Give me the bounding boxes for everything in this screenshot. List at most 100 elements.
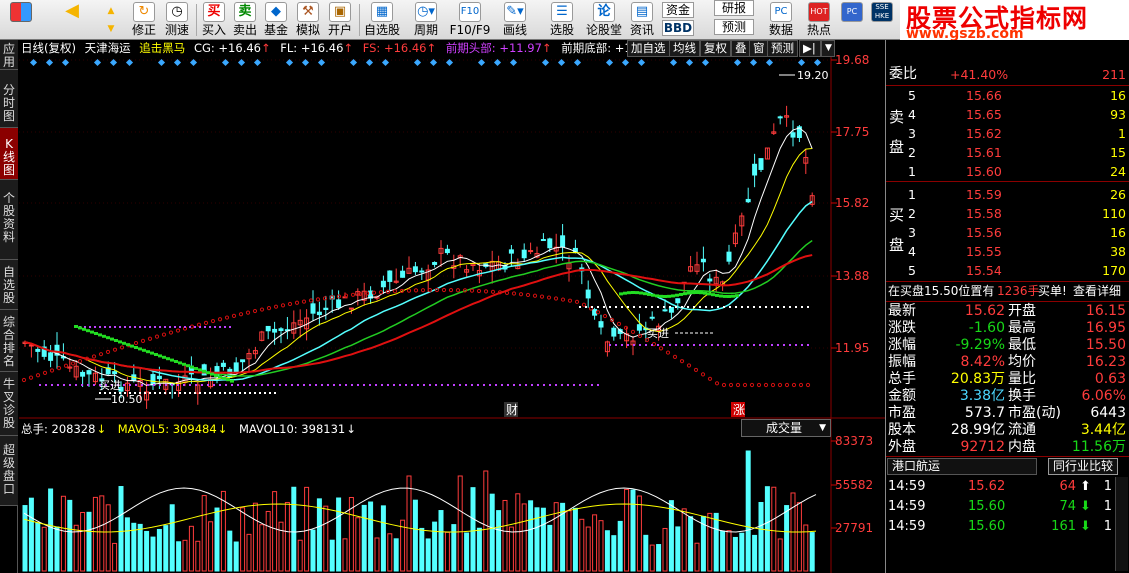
level-dot — [765, 306, 767, 308]
bid-row[interactable]: 2 15.58 110 — [886, 205, 1129, 222]
ask-row[interactable]: 1 15.60 24 — [886, 163, 1129, 180]
volume-bar — [636, 495, 642, 572]
toolbar-item-修正[interactable]: ↻ 修正 — [128, 0, 160, 40]
tick-time: 14:59 — [888, 499, 926, 514]
level-dot — [783, 344, 785, 346]
volume-bar — [668, 500, 674, 572]
ask-row[interactable]: 2 15.61 15 — [886, 144, 1129, 161]
volume-bar — [323, 505, 329, 572]
up-arrow-icon: ↑ — [541, 41, 552, 55]
level-dot — [261, 384, 263, 386]
candle-body — [585, 289, 591, 299]
bid-row[interactable]: 1 15.59 26 — [886, 186, 1129, 203]
adjust-button[interactable]: 复权 — [700, 40, 731, 57]
nav-应用[interactable]: 应用 — [0, 40, 18, 70]
candle-body — [265, 325, 271, 332]
ma-button[interactable]: 均线 — [669, 40, 700, 57]
toolbar-item-资金[interactable]: 资金 BBD — [660, 0, 696, 40]
peer-compare-tab[interactable]: 同行业比较 — [1048, 458, 1119, 475]
quote-value: 15.50 — [1085, 337, 1126, 353]
overlay-button[interactable]: 叠 — [731, 40, 751, 57]
nav-牛叉诊股[interactable]: 牛叉诊股 — [0, 372, 18, 436]
toolbar-item-研报[interactable]: 研报 预测 — [712, 0, 756, 40]
volume-bar — [233, 541, 239, 572]
level-dot — [729, 344, 731, 346]
toolbar-item-买入[interactable]: 买买入 — [199, 0, 229, 40]
ask-volume: 15 — [1110, 145, 1126, 160]
level-dot — [213, 384, 215, 386]
quote-label: 涨幅 — [888, 337, 916, 353]
volume-bar — [156, 528, 162, 572]
toolbar-item-选股[interactable]: ☰ 选股 — [545, 0, 579, 40]
nav-综合排名[interactable]: 综合排名 — [0, 310, 18, 372]
ask-row[interactable]: 5 15.66 16 — [886, 87, 1129, 104]
add-watch-button[interactable]: 加自选 — [627, 40, 670, 57]
level-dot — [194, 326, 196, 328]
ask-row[interactable]: 4 15.65 93 — [886, 106, 1129, 123]
toolbar-item-资讯[interactable]: ▤ 资讯 — [627, 0, 657, 40]
level-dot — [543, 384, 545, 386]
scrollbar[interactable] — [1115, 477, 1128, 571]
toolbar-item-模拟[interactable]: ⚒ 模拟 — [293, 0, 323, 40]
volume-bar — [784, 505, 790, 572]
order-notice[interactable]: 在买盘15.50位置有 1236手 买单! 查看详细 — [886, 283, 1129, 300]
level-dot — [204, 392, 206, 394]
volume-bar — [483, 470, 489, 572]
toolbar-item-自选股[interactable]: ▦ 自选股 — [362, 0, 402, 40]
toolbar-item-测速[interactable]: ◷ 测速 — [161, 0, 193, 40]
sector-tab[interactable]: 港口航运 — [887, 458, 1037, 475]
nav-自选股[interactable]: 自选股 — [0, 260, 18, 310]
level-dot — [201, 384, 203, 386]
toolbar-label: F10/F9 — [449, 23, 491, 37]
quote-label: 涨跌 — [888, 320, 916, 336]
volume-bar — [380, 505, 386, 572]
toolbar-item-卖出[interactable]: 卖卖出 — [230, 0, 260, 40]
candle-body — [611, 327, 617, 337]
toolbar-updown-button[interactable]: ▲ ▼ — [100, 0, 122, 40]
trend-dot — [630, 329, 636, 334]
toolbar-item-开户[interactable]: ▣ 开户 — [325, 0, 355, 40]
toolbar-grid-button[interactable] — [4, 0, 38, 40]
toolbar-item-数据[interactable]: PC 数据 — [764, 0, 798, 40]
notice-detail-link[interactable]: 查看详细 — [1073, 283, 1121, 300]
toolbar-item-论股堂[interactable]: 论论股堂 — [582, 0, 626, 40]
toolbar-item-F10[interactable]: F10 F10/F9 — [448, 0, 492, 40]
forecast-button[interactable]: 预测 — [767, 40, 798, 57]
level-dot — [171, 384, 173, 386]
data-icon: PC — [770, 2, 792, 22]
signal-band — [631, 291, 635, 295]
nav-个股资料[interactable]: 个股资料 — [0, 180, 18, 260]
candle-body — [348, 307, 354, 310]
quote-label: 最新 — [888, 303, 916, 319]
level-dot — [244, 392, 246, 394]
level-dot — [164, 326, 166, 328]
collapse-panel-icon[interactable]: ▶| — [799, 40, 821, 57]
nav-分时图[interactable]: 分时图 — [0, 70, 18, 128]
level-dot — [93, 384, 95, 386]
toolbar-back-button[interactable]: ◀ — [55, 0, 89, 40]
toolbar-item-画线[interactable]: ✎▾ 画线 — [493, 0, 537, 40]
chevron-down-icon[interactable]: ▼ — [821, 40, 835, 57]
volume-bar — [182, 539, 188, 572]
bid-row[interactable]: 4 15.55 38 — [886, 243, 1129, 260]
ask-row[interactable]: 3 15.62 1 — [886, 125, 1129, 142]
toolbar-pc-button[interactable]: PC — [840, 0, 864, 40]
trend-dot — [742, 382, 748, 388]
nav-K线图[interactable]: K线图 — [0, 128, 18, 180]
toolbar-item-热点[interactable]: HOT 热点 — [802, 0, 836, 40]
toolbar-item-基金[interactable]: ◆ 基金 — [261, 0, 291, 40]
nav-超级盘口[interactable]: 超级盘口 — [0, 436, 18, 506]
volume-bar — [662, 527, 668, 572]
candle-body — [220, 362, 226, 367]
quote-value: 92712 — [960, 439, 1005, 455]
level-dot — [104, 326, 106, 328]
trend-dot — [728, 382, 734, 388]
bid-row[interactable]: 5 15.54 170 — [886, 262, 1129, 279]
window-button[interactable]: 窗 — [749, 40, 769, 57]
toolbar-hkex-button[interactable]: SSE HKE — [868, 0, 896, 40]
kline-chart-area[interactable]: 19.68 17.75 15.82 13.88 11.95 83373 55582 27791… — [19, 40, 885, 573]
toolbar-item-周期[interactable]: ◷▾ 周期 — [405, 0, 447, 40]
bid-row[interactable]: 3 15.56 16 — [886, 224, 1129, 241]
quote-value: 6.06% — [1081, 388, 1126, 404]
volume-indicator-select[interactable]: 成交量 ▼ — [741, 419, 831, 437]
